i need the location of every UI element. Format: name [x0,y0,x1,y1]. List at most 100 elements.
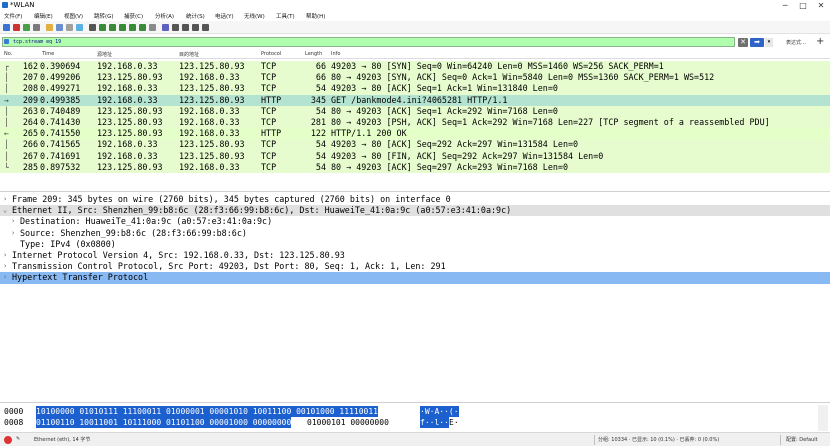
filter-expression-button[interactable]: 表达式… [786,39,806,46]
bytes-offset: 0000 [4,407,24,416]
minimize-button[interactable]: ─ [776,0,794,11]
menu-tools[interactable]: 工具(T) [276,12,295,20]
packet-cell-len: 54 [315,83,326,94]
clear-filter-button[interactable]: ✕ [738,38,748,47]
start-capture-icon[interactable] [3,24,10,31]
packet-row[interactable]: │ 207 0.499206 123.125.80.93 192.168.0.33 TCP… [0,72,830,84]
column-header-source[interactable]: 源地址 [97,51,112,58]
expand-right-icon[interactable]: › [3,272,7,283]
detail-tree-item[interactable]: › Source: Shenzhen_99:b8:6c (28:f3:66:99:… [0,228,830,239]
detail-tree-item[interactable]: › Transmission Control Protocol, Src Port… [0,261,830,272]
go-back-icon[interactable] [99,24,106,31]
detail-tree-item[interactable]: ⌄ Ethernet II, Src: Shenzhen_99:b8:6c (28… [0,205,830,217]
detail-tree-label: Internet Protocol Version 4, Src: 192.16… [12,250,345,260]
detail-tree-item[interactable]: Type: IPv4 (0x0800) [0,239,830,250]
packet-cell-src: 192.168.0.33 [97,83,158,94]
packet-row[interactable]: │ 266 0.741565 192.168.0.33 123.125.80.93 TCP… [0,139,830,151]
apply-filter-button[interactable]: ➡ [750,38,764,47]
menu-help[interactable]: 帮助(H) [306,12,325,20]
expand-right-icon[interactable]: › [3,261,7,272]
go-forward-icon[interactable] [109,24,116,31]
related-packet-indicator: │ [4,118,9,127]
zoom-reset-icon[interactable] [192,24,199,31]
menu-statistics[interactable]: 统计(S) [186,12,205,20]
bytes-scrollbar[interactable] [818,405,828,431]
packet-row[interactable]: │ 208 0.499271 192.168.0.33 123.125.80.93 TCP… [0,83,830,95]
reload-icon[interactable] [76,24,83,31]
find-packet-icon[interactable] [89,24,96,31]
menu-edit[interactable]: 编辑(E) [34,12,53,20]
expand-down-icon[interactable]: ⌄ [3,205,7,216]
zoom-out-icon[interactable] [182,24,189,31]
expand-right-icon[interactable]: › [11,228,15,239]
bytes-binary-highlighted[interactable]: 10100000 01010111 11100011 01000001 0000… [36,406,378,417]
save-file-icon[interactable] [56,24,63,31]
column-header-time[interactable]: Time [42,51,54,57]
menu-capture[interactable]: 捕获(C) [124,12,143,20]
go-last-icon[interactable] [139,24,146,31]
add-filter-button[interactable]: + [816,36,824,47]
packet-row[interactable]: → 209 0.499385 192.168.0.33 123.125.80.93 HTT… [0,94,830,106]
packet-list-header: No. Time 源地址 目的地址 Protocol Length Info [0,50,830,59]
detail-tree-item[interactable]: › Frame 209: 345 bytes on wire (2760 bits… [0,194,830,205]
packet-cell-time: 0.741691 [40,150,81,161]
expand-right-icon[interactable]: › [11,216,15,227]
expand-right-icon[interactable]: › [3,194,7,205]
packet-cell-proto: TCP [261,105,277,116]
column-header-info[interactable]: Info [331,51,340,57]
menu-telephony[interactable]: 电话(Y) [215,12,234,20]
open-file-icon[interactable] [46,24,53,31]
status-separator [594,435,595,445]
detail-tree-item[interactable]: › Internet Protocol Version 4, Src: 192.1… [0,250,830,261]
capture-options-icon[interactable] [33,24,40,31]
expert-info-icon[interactable] [4,436,12,444]
bytes-binary-plain[interactable]: 01000101 00000000 [307,417,389,428]
edit-comment-icon[interactable]: ✎ [16,436,20,442]
packet-row[interactable]: ┌ 162 0.390694 192.168.0.33 123.125.80.93 TCP… [0,61,830,73]
close-file-icon[interactable] [66,24,73,31]
stop-capture-icon[interactable] [13,24,20,31]
autoscroll-icon[interactable] [149,24,156,31]
column-header-length[interactable]: Length [305,51,322,57]
go-first-icon[interactable] [129,24,136,31]
bytes-ascii-highlighted[interactable]: ·W·A··(· [420,406,459,417]
filter-bookmark-icon[interactable] [4,39,9,44]
packet-row[interactable]: │ 267 0.741691 192.168.0.33 123.125.80.93 TCP… [0,150,830,162]
go-to-packet-icon[interactable] [119,24,126,31]
status-profile[interactable]: 配置: Default [786,436,818,443]
packet-cell-info: 49203 → 80 [ACK] Seq=1 Ack=1 Win=131840 … [331,83,558,94]
packet-cell-info: 80 → 49203 [ACK] Seq=297 Ack=293 Win=716… [331,161,568,172]
packet-cell-no: 209 [22,94,38,105]
packet-row[interactable]: │ 264 0.741430 123.125.80.93 192.168.0.33 TCP… [0,117,830,129]
packet-row[interactable]: ← 265 0.741550 123.125.80.93 192.168.0.33 HTT… [0,128,830,140]
menu-file[interactable]: 文件(F) [4,12,22,20]
packet-cell-time: 0.740489 [40,105,81,116]
detail-tree-label: Hypertext Transfer Protocol [12,272,149,283]
filter-history-dropdown[interactable]: ▾ [765,38,773,47]
menu-wireless[interactable]: 无线(W) [244,12,265,20]
column-header-no[interactable]: No. [4,51,12,57]
packet-row[interactable]: └ 285 0.897532 123.125.80.93 192.168.0.33 TCP… [0,161,830,173]
packet-cell-dst: 123.125.80.93 [179,150,245,161]
display-filter-input[interactable]: tcp.stream eq 19 [2,37,735,47]
bytes-binary-highlighted[interactable]: 01100110 10011001 10111000 01101100 0000… [36,417,292,428]
bytes-ascii-plain[interactable]: E· [449,417,459,428]
close-button[interactable]: ✕ [812,0,830,11]
detail-tree-label: Type: IPv4 (0x0800) [20,238,116,249]
column-header-destination[interactable]: 目的地址 [179,51,199,58]
packet-cell-no: 264 [22,117,38,127]
resize-columns-icon[interactable] [202,24,209,31]
colorize-icon[interactable] [162,24,169,31]
restart-capture-icon[interactable] [23,24,30,31]
packet-row[interactable]: │ 263 0.740489 123.125.80.93 192.168.0.33 TCP… [0,105,830,117]
bytes-ascii-highlighted[interactable]: f··l·· [420,417,449,428]
detail-tree-item[interactable]: › Hypertext Transfer Protocol [0,272,830,284]
column-header-protocol[interactable]: Protocol [261,51,281,57]
maximize-button[interactable]: □ [794,0,812,11]
menu-view[interactable]: 视图(V) [64,12,83,20]
detail-tree-item[interactable]: › Destination: HuaweiTe_41:0a:9c (a0:57:e… [0,216,830,227]
expand-right-icon[interactable]: › [3,250,7,261]
zoom-in-icon[interactable] [172,24,179,31]
menu-go[interactable]: 跳转(G) [94,12,114,20]
menu-analyze[interactable]: 分析(A) [155,12,174,20]
